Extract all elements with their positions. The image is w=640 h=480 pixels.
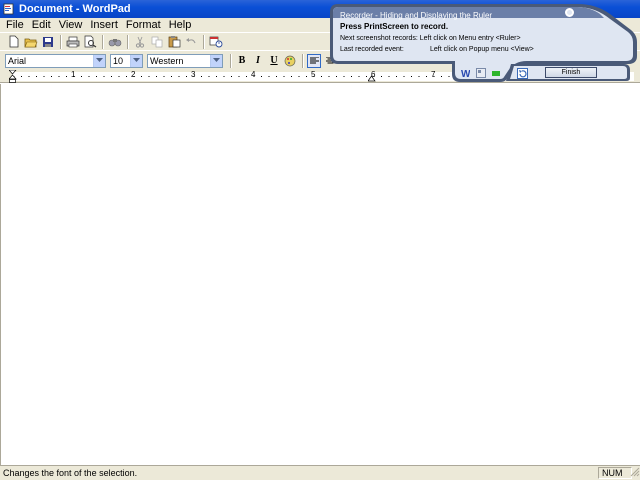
color-palette-icon[interactable] xyxy=(283,54,297,68)
script-value: Western xyxy=(150,55,184,66)
recorder-toolbar: W xyxy=(460,66,532,80)
window-title: Document - WordPad xyxy=(19,3,131,15)
script-combo[interactable]: Western xyxy=(147,53,223,68)
align-left-icon[interactable] xyxy=(307,53,321,68)
new-icon[interactable] xyxy=(6,34,22,50)
font-value: Arial xyxy=(8,55,27,66)
recorder-title: Recorder - Hiding and Displaying the Rul… xyxy=(340,11,493,20)
chevron-down-icon[interactable] xyxy=(93,54,105,67)
word-icon[interactable]: W xyxy=(460,68,471,79)
menu-format[interactable]: Format xyxy=(122,18,165,32)
next-label: Next screenshot records: xyxy=(340,35,418,42)
font-size-combo[interactable]: 10 xyxy=(110,53,143,68)
menu-edit[interactable]: Edit xyxy=(28,18,55,32)
num-lock-indicator: NUM xyxy=(598,467,632,479)
chevron-down-icon[interactable] xyxy=(130,54,142,67)
menu-insert[interactable]: Insert xyxy=(86,18,122,32)
paste-icon[interactable] xyxy=(166,34,182,50)
menu-file[interactable]: File xyxy=(2,18,28,32)
recorder-last-row: Last recorded event: Left click on Popup… xyxy=(340,46,534,53)
bold-button[interactable]: B xyxy=(235,54,249,68)
toolbar-separator xyxy=(230,53,232,68)
svg-text:W: W xyxy=(461,69,470,78)
save-icon[interactable] xyxy=(40,34,56,50)
document-area[interactable] xyxy=(0,84,640,465)
ruler-number: 1 xyxy=(71,70,76,79)
ruler-number: 2 xyxy=(131,70,136,79)
next-value: Left click on Menu entry <Ruler> xyxy=(419,35,521,42)
wordpad-app-icon[interactable] xyxy=(3,3,15,15)
print-preview-icon[interactable] xyxy=(82,34,98,50)
toolbar-separator xyxy=(127,34,129,49)
toolbar-separator xyxy=(60,34,62,49)
recorder-instruction: Press PrintScreen to record. xyxy=(340,22,449,31)
undo-icon[interactable] xyxy=(183,34,199,50)
cut-icon[interactable] xyxy=(132,34,148,50)
ruler-number: 5 xyxy=(311,70,316,79)
toolbar-separator xyxy=(302,53,304,68)
italic-button[interactable]: I xyxy=(251,54,265,68)
find-icon[interactable] xyxy=(107,34,123,50)
font-size-value: 10 xyxy=(113,55,124,66)
last-value: Left click on Popup menu <View> xyxy=(430,46,534,53)
status-bar: Changes the font of the selection. NUM xyxy=(0,465,640,480)
menu-help[interactable]: Help xyxy=(165,18,196,32)
toolbar-separator xyxy=(203,34,205,49)
print-icon[interactable] xyxy=(65,34,81,50)
reset-icon[interactable] xyxy=(517,67,528,79)
ruler-number: 3 xyxy=(191,70,196,79)
chevron-down-icon[interactable] xyxy=(210,54,222,67)
date-time-icon[interactable] xyxy=(208,34,224,50)
last-label: Last recorded event: xyxy=(340,46,404,53)
screenshot-icon[interactable] xyxy=(475,68,486,79)
copy-icon[interactable] xyxy=(149,34,165,50)
ruler-number: 4 xyxy=(251,70,256,79)
underline-button[interactable]: U xyxy=(267,54,281,68)
resize-grip-icon[interactable] xyxy=(628,465,640,480)
recorder-next-row: Next screenshot records: Left click on M… xyxy=(340,35,521,42)
recorder-panel[interactable]: Recorder - Hiding and Displaying the Rul… xyxy=(328,2,638,84)
open-icon[interactable] xyxy=(23,34,39,50)
record-indicator-icon[interactable] xyxy=(565,8,574,17)
font-combo[interactable]: Arial xyxy=(5,53,106,68)
finish-button[interactable]: Finish xyxy=(545,67,597,78)
menu-view[interactable]: View xyxy=(55,18,87,32)
status-green-icon xyxy=(490,68,501,79)
toolbar-separator xyxy=(102,34,104,49)
status-message: Changes the font of the selection. xyxy=(3,468,138,478)
